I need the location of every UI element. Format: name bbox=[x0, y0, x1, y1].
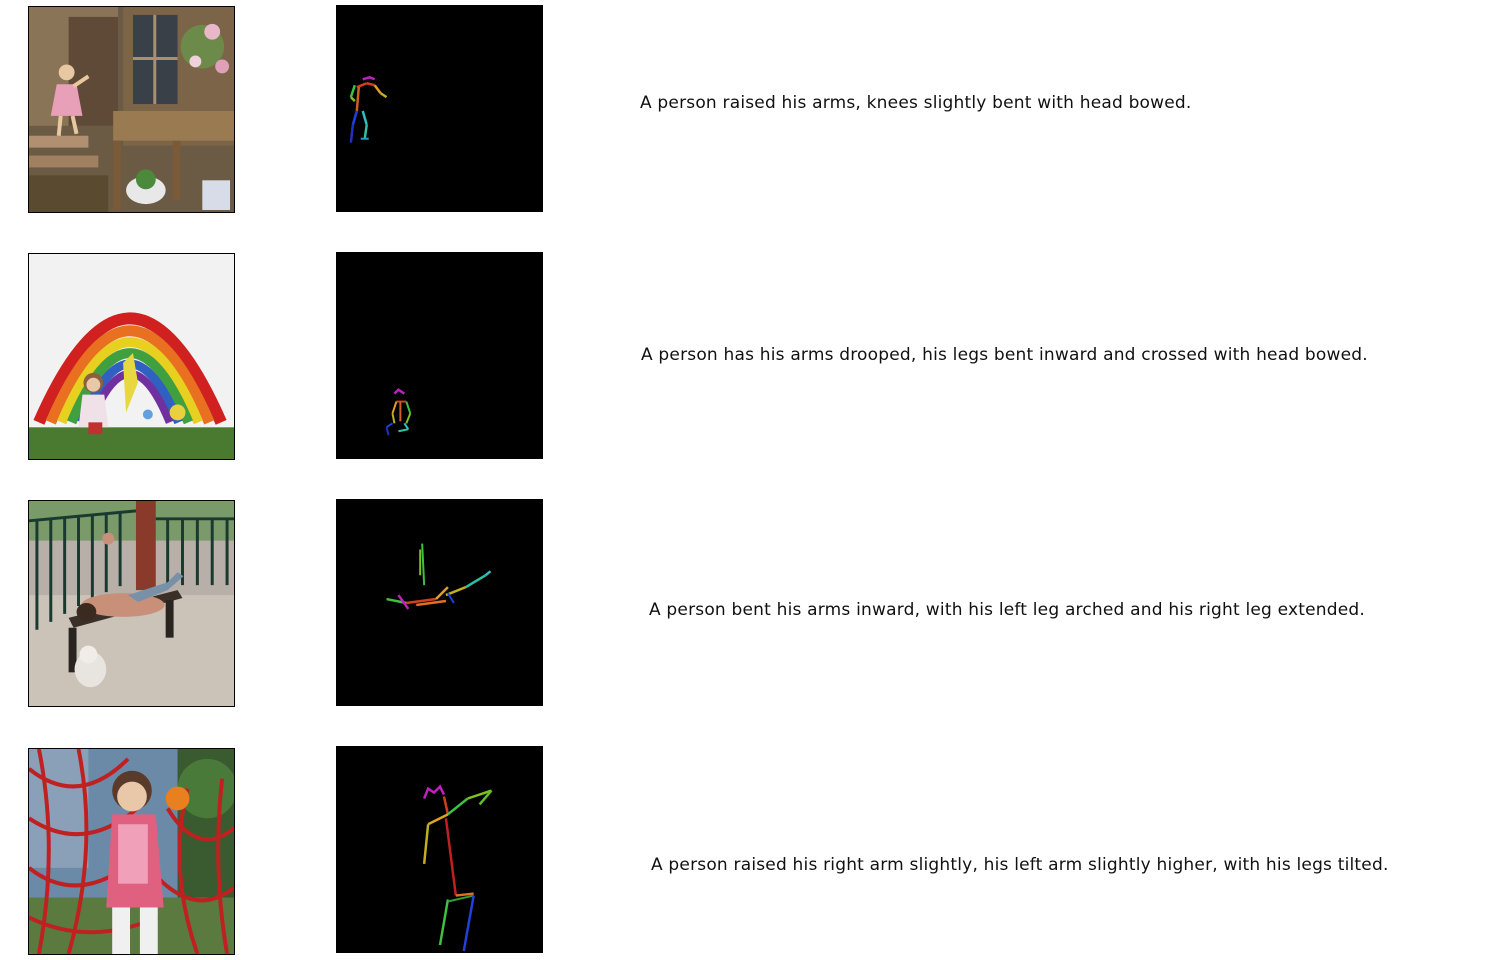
caption-2: A person has his arms drooped, his legs … bbox=[641, 345, 1368, 365]
caption-1: A person raised his arms, knees slightly… bbox=[640, 93, 1192, 113]
pose-skeleton-1 bbox=[336, 5, 543, 212]
pose-skeleton-4 bbox=[336, 746, 543, 953]
photo-child-porch bbox=[28, 6, 235, 213]
photo-rope-net bbox=[28, 748, 235, 955]
pose-skeleton-2 bbox=[336, 252, 543, 459]
photo-rainbow bbox=[28, 253, 235, 460]
photo-bench bbox=[28, 500, 235, 707]
caption-4: A person raised his right arm slightly, … bbox=[651, 855, 1389, 875]
pose-skeleton-3 bbox=[336, 499, 543, 706]
caption-3: A person bent his arms inward, with his … bbox=[649, 600, 1365, 620]
